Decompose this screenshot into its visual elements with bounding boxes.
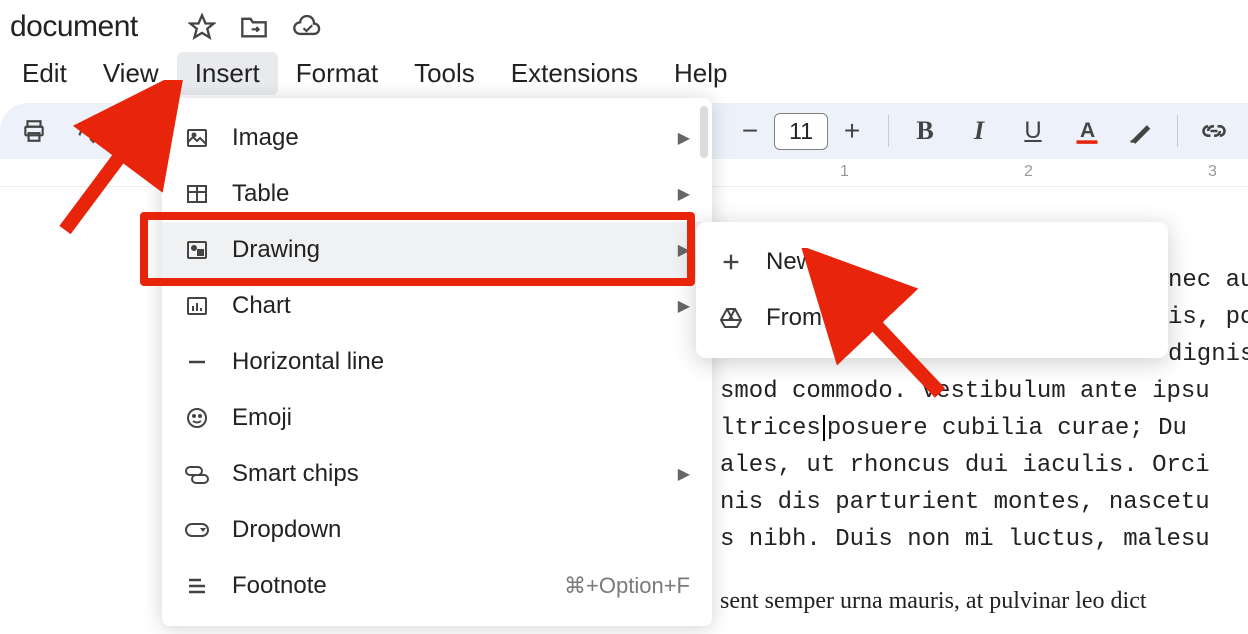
decrease-font-icon[interactable]: − <box>732 113 768 149</box>
star-icon[interactable] <box>188 13 216 41</box>
text-line: dignis <box>1168 337 1248 373</box>
drive-icon <box>718 305 744 331</box>
menu-label: Dropdown <box>232 516 690 544</box>
menu-item-dropdown[interactable]: Dropdown <box>162 502 712 558</box>
submenu-item-from-drive[interactable]: From Drive <box>696 290 1168 346</box>
text-line: ltricesposuere cubilia curae; Du <box>720 411 1187 447</box>
menu-label: New <box>766 248 1146 276</box>
document-title[interactable]: document <box>10 10 138 44</box>
menu-label: From Drive <box>766 304 1146 332</box>
ruler-mark: 2 <box>1024 163 1033 181</box>
menu-label: Emoji <box>232 404 690 432</box>
text-color-icon[interactable]: A <box>1069 113 1105 149</box>
menu-item-table[interactable]: Table ▶ <box>162 166 712 222</box>
insert-link-icon[interactable] <box>1196 113 1232 149</box>
menu-extensions[interactable]: Extensions <box>493 52 656 95</box>
text-line: nec au <box>1168 263 1248 299</box>
bold-icon[interactable]: B <box>907 113 943 149</box>
italic-icon[interactable]: I <box>961 113 997 149</box>
menu-item-footnote[interactable]: Footnote ⌘+Option+F <box>162 558 712 614</box>
dropdown-icon <box>184 517 210 543</box>
paint-format-icon[interactable] <box>124 113 160 149</box>
emoji-icon <box>184 405 210 431</box>
increase-font-icon[interactable]: + <box>834 113 870 149</box>
underline-icon[interactable]: U <box>1015 113 1051 149</box>
menu-view[interactable]: View <box>85 52 177 95</box>
separator <box>888 115 889 147</box>
highlight-icon[interactable] <box>1123 113 1159 149</box>
ruler-mark: 3 <box>1208 163 1217 181</box>
menu-label: Horizontal line <box>232 348 690 376</box>
svg-text:A: A <box>1080 119 1095 142</box>
font-size-input[interactable]: 11 <box>774 113 828 150</box>
menu-item-horizontal-line[interactable]: Horizontal line <box>162 334 712 390</box>
drawing-submenu: New From Drive <box>696 222 1168 358</box>
separator <box>1177 115 1178 147</box>
menu-insert[interactable]: Insert <box>177 52 278 95</box>
menu-label: Table <box>232 180 656 208</box>
spellcheck-icon[interactable] <box>70 113 106 149</box>
cloud-saved-icon[interactable] <box>292 15 322 39</box>
menu-item-smart-chips[interactable]: Smart chips ▶ <box>162 446 712 502</box>
text-line: ales, ut rhoncus dui iaculis. Orci <box>720 448 1210 484</box>
text-line: nis dis parturient montes, nascetu <box>720 485 1210 521</box>
table-icon <box>184 181 210 207</box>
print-icon[interactable] <box>16 113 52 149</box>
chevron-right-icon: ▶ <box>678 464 690 484</box>
text-line: s nibh. Duis non mi luctus, malesu <box>720 522 1210 558</box>
plus-icon <box>718 249 744 275</box>
menu-label: Chart <box>232 292 656 320</box>
insert-dropdown: Image ▶ Table ▶ Drawing ▶ Chart ▶ Horizo… <box>162 98 712 626</box>
menu-item-emoji[interactable]: Emoji <box>162 390 712 446</box>
move-folder-icon[interactable] <box>240 15 268 39</box>
keyboard-shortcut: ⌘+Option+F <box>564 573 690 599</box>
menu-label: Smart chips <box>232 460 656 488</box>
image-icon <box>184 125 210 151</box>
chevron-right-icon: ▶ <box>678 240 690 260</box>
text-cursor <box>823 415 825 441</box>
drawing-icon <box>184 237 210 263</box>
chevron-right-icon: ▶ <box>678 128 690 148</box>
ruler-mark: 1 <box>840 163 849 181</box>
horizontal-line-icon <box>184 349 210 375</box>
menu-format[interactable]: Format <box>278 52 396 95</box>
chevron-right-icon: ▶ <box>678 296 690 316</box>
chart-icon <box>184 293 210 319</box>
smart-chips-icon <box>184 461 210 487</box>
footnote-icon <box>184 573 210 599</box>
menu-label: Footnote <box>232 572 542 600</box>
menu-edit[interactable]: Edit <box>4 52 85 95</box>
menu-help[interactable]: Help <box>656 52 745 95</box>
menu-item-chart[interactable]: Chart ▶ <box>162 278 712 334</box>
menubar: Edit View Insert Format Tools Extensions… <box>0 48 1248 103</box>
submenu-item-new[interactable]: New <box>696 234 1168 290</box>
text-line: is, po <box>1168 300 1248 336</box>
menu-item-image[interactable]: Image ▶ <box>162 110 712 166</box>
text-line: smod commodo. Vestibulum ante ipsu <box>720 374 1210 410</box>
menu-label: Drawing <box>232 236 656 264</box>
menu-item-drawing[interactable]: Drawing ▶ <box>162 222 712 278</box>
chevron-right-icon: ▶ <box>678 184 690 204</box>
menu-tools[interactable]: Tools <box>396 52 493 95</box>
text-line: sent semper urna mauris, at pulvinar leo… <box>720 583 1147 619</box>
menu-label: Image <box>232 124 656 152</box>
